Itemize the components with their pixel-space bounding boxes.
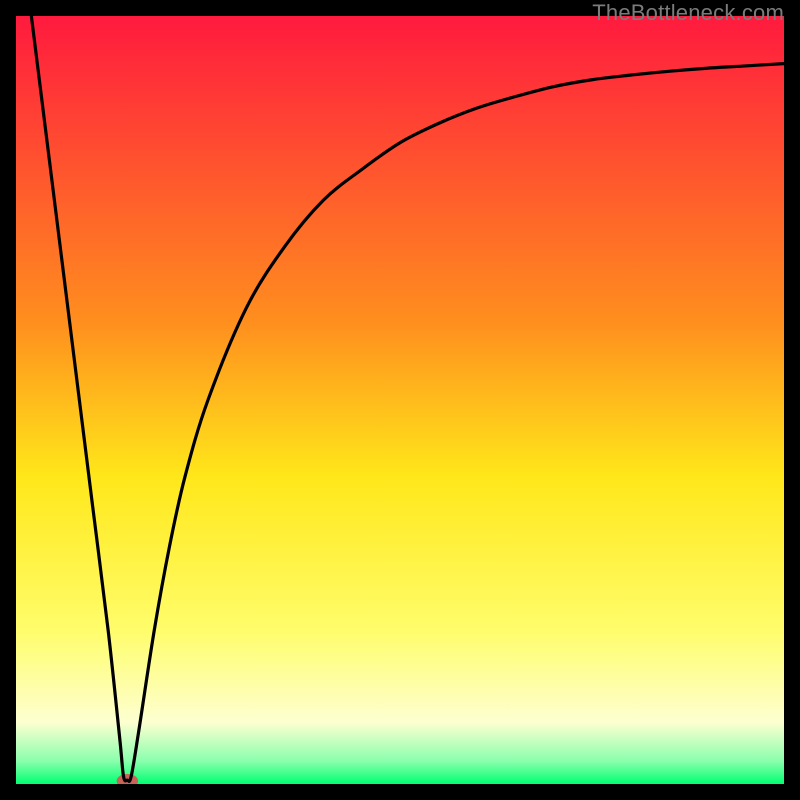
chart-svg	[16, 16, 784, 784]
chart-frame	[16, 16, 784, 784]
watermark-text: TheBottleneck.com	[592, 0, 784, 26]
chart-background	[16, 16, 784, 784]
